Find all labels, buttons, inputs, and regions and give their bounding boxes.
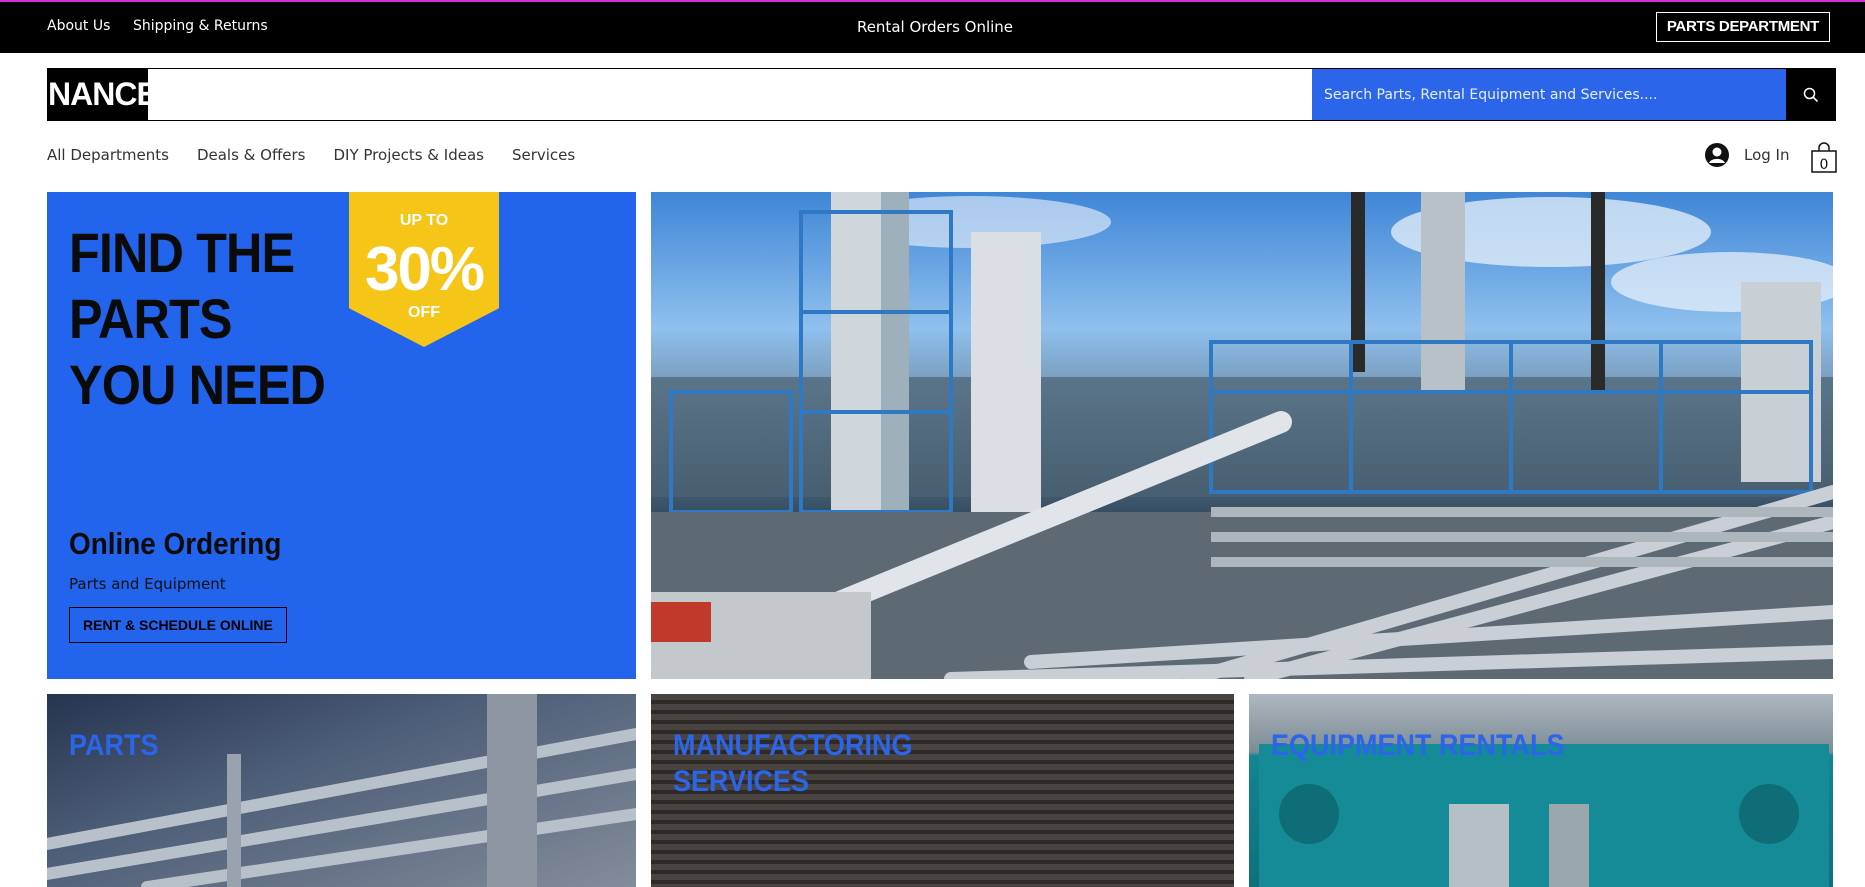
top-bar: About Us Shipping & Returns Rental Order… — [0, 0, 1865, 53]
parts-card-label: PARTS — [69, 729, 159, 762]
equipment-rentals-card[interactable]: EQUIPMENT RENTALS — [1249, 694, 1833, 887]
badge-percent: 30% — [364, 235, 485, 304]
search-bar: NANCE — [47, 68, 1836, 121]
search-input[interactable] — [1312, 69, 1786, 120]
login-button[interactable]: Log In — [1704, 142, 1790, 168]
parts-pipes-illustration — [47, 694, 636, 887]
login-label: Log In — [1744, 146, 1790, 164]
refinery-illustration — [651, 192, 1833, 679]
badge-line-1: UP TO — [399, 212, 449, 229]
nav-deals-offers[interactable]: Deals & Offers — [197, 146, 306, 164]
nav-diy-projects[interactable]: DIY Projects & Ideas — [334, 146, 484, 164]
parts-department-button[interactable]: PARTS DEPARTMENT — [1655, 12, 1830, 42]
main-nav: All Departments Deals & Offers DIY Proje… — [47, 146, 575, 164]
search-button[interactable] — [1786, 69, 1836, 120]
logo[interactable]: NANCE — [48, 69, 158, 120]
rent-schedule-button[interactable]: RENT & SCHEDULE ONLINE — [69, 607, 287, 643]
rental-equipment-illustration — [1259, 744, 1829, 887]
user-icon — [1705, 143, 1729, 167]
parts-category-card[interactable]: PARTS — [47, 694, 636, 887]
cart-count: 0 — [1820, 157, 1829, 173]
nav-services[interactable]: Services — [512, 146, 575, 164]
rental-orders-online-text: Rental Orders Online — [856, 18, 1014, 36]
discount-badge: UP TO 30% OFF — [349, 192, 499, 347]
manufacturing-services-card[interactable]: MANUFACTORING SERVICES — [651, 694, 1234, 887]
nav-all-departments[interactable]: All Departments — [47, 146, 169, 164]
hero-industrial-image — [651, 192, 1833, 679]
online-ordering-title: Online Ordering — [69, 526, 282, 561]
shopping-bag-icon: 0 — [1811, 142, 1837, 173]
online-ordering-subtitle: Parts and Equipment — [69, 575, 226, 593]
hero-title: FIND THE PARTS YOU NEED — [69, 221, 326, 416]
badge-line-3: OFF — [408, 304, 440, 321]
cart-button[interactable]: 0 — [1810, 142, 1838, 174]
equipment-rentals-card-label: EQUIPMENT RENTALS — [1271, 729, 1565, 762]
hero-promo-panel: FIND THE PARTS YOU NEED UP TO 30% OFF On… — [47, 192, 636, 679]
manufacturing-card-label: MANUFACTORING SERVICES — [673, 729, 913, 798]
search-icon — [1803, 87, 1819, 102]
